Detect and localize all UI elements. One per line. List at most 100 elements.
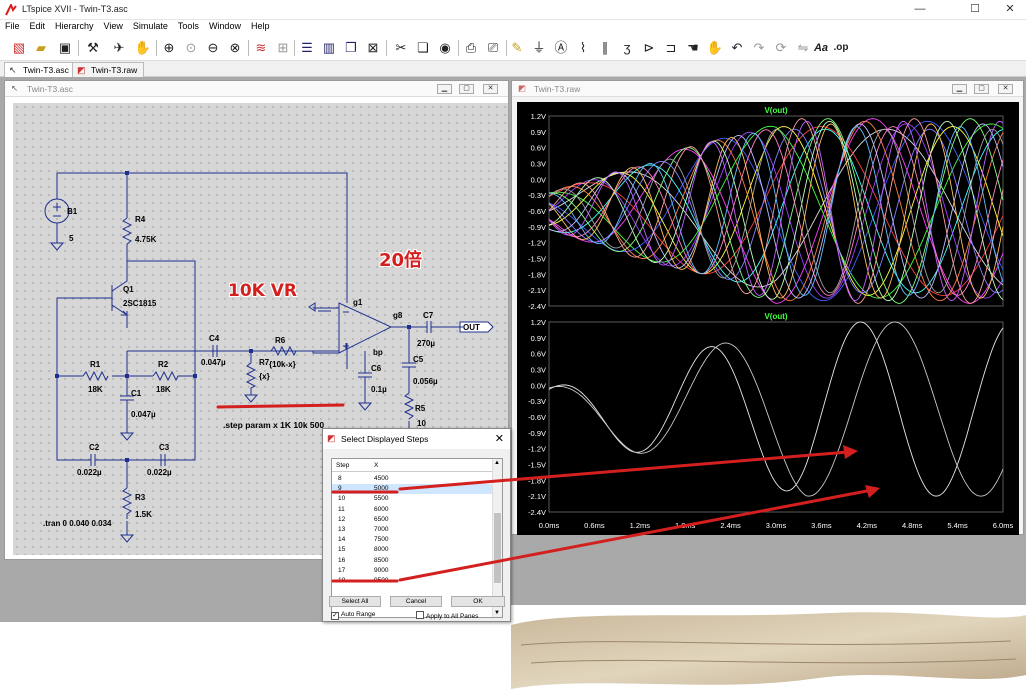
select-all-button[interactable]: Select All: [329, 596, 381, 607]
trace-name-label[interactable]: V(out): [764, 106, 787, 115]
waveform-close-button[interactable]: ✕: [998, 84, 1013, 94]
battery-b1-symbol[interactable]: [44, 181, 70, 251]
diode-icon[interactable]: ⊳: [640, 39, 658, 57]
maximize-button[interactable]: ☐: [955, 0, 995, 20]
find-icon[interactable]: ◉: [436, 39, 454, 57]
menu-file[interactable]: File: [0, 20, 25, 31]
zoom-out-icon[interactable]: ⊖: [204, 39, 222, 57]
autorange-icon[interactable]: ≋: [252, 39, 270, 57]
print-preview-icon[interactable]: ⎚: [484, 39, 502, 57]
ok-button[interactable]: OK: [451, 596, 505, 607]
menu-simulate[interactable]: Simulate: [128, 20, 173, 31]
drag-icon[interactable]: ✋: [706, 39, 724, 57]
tran-directive[interactable]: .tran 0 0.040 0.034: [43, 519, 112, 528]
q1-label: Q1: [123, 285, 134, 294]
step-row[interactable]: 9 5000: [332, 484, 492, 495]
zoom-in-icon[interactable]: ⊕: [160, 39, 178, 57]
junction-dots: [55, 171, 411, 462]
step-row[interactable]: 10 5500: [332, 494, 492, 504]
tile-vertical-icon[interactable]: ▥: [320, 39, 338, 57]
waveform-minimize-button[interactable]: ▁: [952, 84, 967, 94]
menu-edit[interactable]: Edit: [25, 20, 51, 31]
draw-wire-icon[interactable]: ✎: [508, 39, 526, 57]
mirror-icon[interactable]: ⇋: [794, 39, 812, 57]
new-schematic-icon[interactable]: ▧: [10, 39, 28, 57]
c5-value: 0.056µ: [413, 377, 438, 386]
copy-icon[interactable]: ❏: [414, 39, 432, 57]
run-icon[interactable]: ✈: [110, 39, 128, 57]
step-row[interactable]: 8 4500: [332, 474, 492, 484]
resistor-r2-symbol[interactable]: [152, 370, 182, 382]
halt-icon[interactable]: ✋: [134, 39, 152, 57]
schematic-restore-button[interactable]: ▢: [459, 84, 474, 94]
y-tick-label: -0.6V: [528, 413, 546, 422]
resistor-r5-symbol[interactable]: [403, 392, 415, 420]
step-row[interactable]: 17 9000: [332, 566, 492, 576]
transistor-q1-symbol[interactable]: [111, 261, 129, 328]
capacitor-c5-symbol[interactable]: [402, 362, 416, 373]
y-tick-label: -2.1V: [528, 286, 546, 295]
redo-icon[interactable]: ↷: [750, 39, 768, 57]
capacitor-c6-symbol[interactable]: [358, 372, 372, 383]
menu-window[interactable]: Window: [204, 20, 246, 31]
step-directive[interactable]: .step param x 1K 10k 500: [223, 420, 324, 430]
tile-horizontal-icon[interactable]: ☰: [298, 39, 316, 57]
minimize-button[interactable]: —: [900, 0, 940, 20]
fft-icon[interactable]: ⊞: [274, 39, 292, 57]
inductor-icon[interactable]: ʒ: [618, 39, 636, 57]
step-row[interactable]: 14 7500: [332, 535, 492, 545]
opamp-symbol[interactable]: [338, 302, 393, 354]
print-icon[interactable]: ⎙: [462, 39, 480, 57]
menu-hierarchy[interactable]: Hierarchy: [50, 20, 99, 31]
steps-list-scrollbar[interactable]: ▲ ▼: [492, 459, 502, 617]
apply-all-panes-checkbox[interactable]: Apply to All Panes: [416, 611, 478, 620]
resistor-r3-symbol[interactable]: [121, 487, 133, 519]
save-icon[interactable]: ▣: [56, 39, 74, 57]
waveform-plot[interactable]: V(out) 1.2V 0.9V 0.6V 0.3V 0.0V -0.3V -0.6V -0.9…: [517, 102, 1019, 535]
pan-icon[interactable]: ⊙: [182, 39, 200, 57]
ground-icon[interactable]: ⏚: [530, 39, 548, 57]
step-row[interactable]: 18 9500: [332, 576, 492, 586]
step-row[interactable]: 12 6500: [332, 515, 492, 525]
step-row[interactable]: 13 7000: [332, 525, 492, 535]
control-panel-icon[interactable]: ⚒: [84, 39, 102, 57]
schematic-close-button[interactable]: ✕: [483, 84, 498, 94]
schematic-minimize-button[interactable]: ▁: [437, 84, 452, 94]
resistor-icon[interactable]: ⌇: [574, 39, 592, 57]
rotate-icon[interactable]: ⟳: [772, 39, 790, 57]
scroll-down-icon[interactable]: ▼: [494, 610, 500, 616]
steps-list[interactable]: Step X 8 4500 9 5000 10 5500 11 6000 12 6500 13 700…: [331, 458, 503, 618]
tab-schematic[interactable]: ↖ Twin-T3.asc: [4, 62, 76, 77]
capacitor-c7-symbol[interactable]: [413, 321, 433, 333]
resistor-r1-symbol[interactable]: [82, 370, 109, 382]
cancel-button[interactable]: Cancel: [390, 596, 442, 607]
move-icon[interactable]: ☚: [684, 39, 702, 57]
waveform-restore-button[interactable]: ▢: [974, 84, 989, 94]
step-row[interactable]: 15 8000: [332, 545, 492, 555]
step-row[interactable]: 11 6000: [332, 505, 492, 515]
menu-view[interactable]: View: [99, 20, 128, 31]
menu-help[interactable]: Help: [246, 20, 275, 31]
auto-range-checkbox[interactable]: ✓ Auto Range: [331, 611, 375, 620]
scroll-up-icon[interactable]: ▲: [494, 460, 500, 466]
close-window-icon[interactable]: ⊠: [364, 39, 382, 57]
component-icon[interactable]: ⊐: [662, 39, 680, 57]
close-button[interactable]: ✕: [990, 0, 1026, 20]
resistor-r4-symbol[interactable]: [121, 217, 133, 248]
zoom-fit-icon[interactable]: ⊗: [226, 39, 244, 57]
spice-directive-icon[interactable]: .op: [832, 39, 850, 57]
label-net-icon[interactable]: Ⓐ: [552, 39, 570, 57]
resistor-r7-symbol[interactable]: [245, 362, 257, 389]
menu-tools[interactable]: Tools: [173, 20, 204, 31]
trace-name-label[interactable]: V(out): [764, 312, 787, 321]
cut-icon[interactable]: ✂: [392, 39, 410, 57]
cascade-icon[interactable]: ❐: [342, 39, 360, 57]
capacitor-icon[interactable]: ∥: [596, 39, 614, 57]
open-folder-icon[interactable]: ▰: [32, 39, 50, 57]
text-icon[interactable]: Aa: [812, 39, 830, 57]
dialog-close-icon[interactable]: ✕: [495, 432, 504, 445]
tab-waveform[interactable]: ◩ Twin-T3.raw: [72, 62, 145, 77]
capacitor-c2-symbol[interactable]: [90, 454, 99, 466]
undo-icon[interactable]: ↶: [728, 39, 746, 57]
step-row[interactable]: 16 8500: [332, 556, 492, 566]
